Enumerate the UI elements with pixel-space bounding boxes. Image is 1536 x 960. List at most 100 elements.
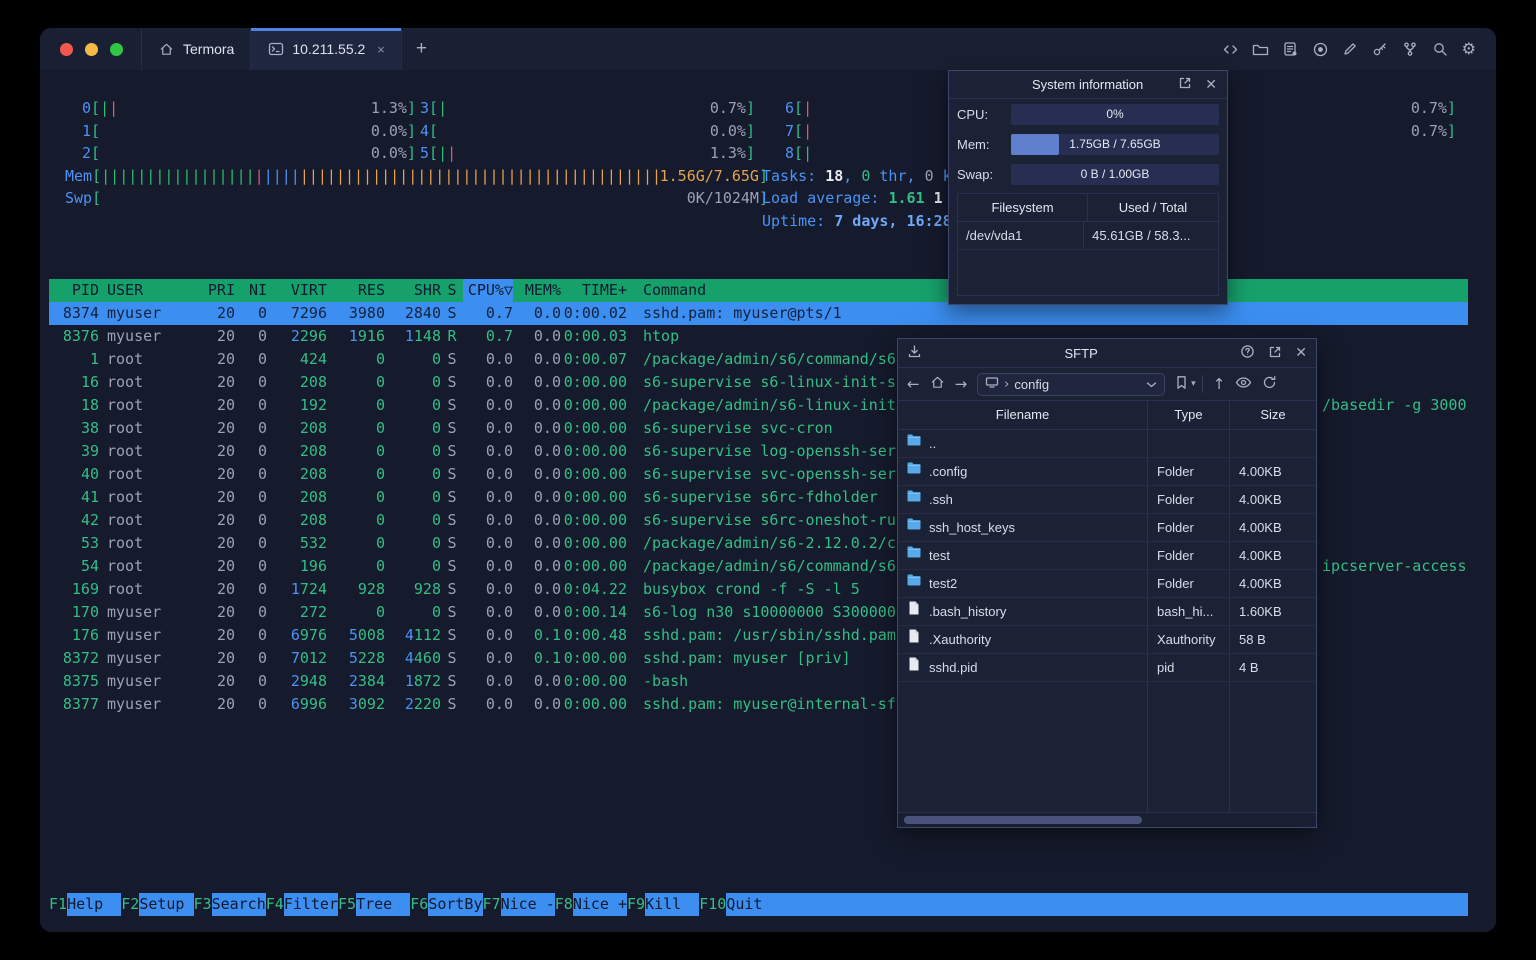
- fnkey-f9: F9: [627, 893, 646, 916]
- app-window: Termora 10.211.55.2 × + ⚙ 0 [|| 1.3%] …: [40, 28, 1496, 932]
- breadcrumb-path: config: [1014, 376, 1050, 392]
- file-row--Xauthority[interactable]: .Xauthority Xauthority 58 B: [898, 626, 1316, 654]
- home-icon[interactable]: [930, 375, 945, 393]
- file-row--ssh[interactable]: .ssh Folder 4.00KB: [898, 486, 1316, 514]
- new-tab-button[interactable]: +: [402, 28, 441, 70]
- column-virt[interactable]: VIRT: [267, 279, 327, 302]
- fnkey-f2-label[interactable]: Setup: [139, 893, 194, 916]
- close-tab-icon[interactable]: ×: [377, 42, 385, 57]
- fnkey-f10-label[interactable]: Quit: [726, 893, 781, 916]
- file-row--[interactable]: ..: [898, 430, 1316, 458]
- column-time[interactable]: TIME+: [561, 279, 627, 302]
- fnkey-f5: F5: [338, 893, 357, 916]
- load-average: Load average: 1.61 1: [762, 189, 943, 208]
- fs-col-used-total: Used / Total: [1118, 200, 1188, 215]
- column-cpu[interactable]: CPU%▽: [463, 279, 513, 302]
- column-mem[interactable]: MEM%: [513, 279, 561, 302]
- maximize-window-button[interactable]: [110, 42, 123, 56]
- column-ni[interactable]: NI: [235, 279, 267, 302]
- download-icon[interactable]: [907, 344, 922, 362]
- fnkey-f5-label[interactable]: Tree: [356, 893, 411, 916]
- back-icon[interactable]: ←: [907, 375, 920, 393]
- tasks-icon[interactable]: [1282, 41, 1299, 58]
- file-row--bash-history[interactable]: .bash_history bash_hi... 1.60KB: [898, 598, 1316, 626]
- fnkey-f1: F1: [49, 893, 68, 916]
- folder-icon: [906, 542, 922, 569]
- fnbar-fill: [780, 893, 1468, 916]
- close-icon[interactable]: ✕: [1295, 345, 1307, 361]
- folder-icon: [906, 514, 922, 541]
- open-in-window-icon[interactable]: [1268, 345, 1282, 362]
- mem-label: Mem:: [957, 137, 990, 152]
- settings-icon[interactable]: ⚙: [1462, 41, 1476, 57]
- fnkey-f9-label[interactable]: Kill: [645, 893, 700, 916]
- search-icon[interactable]: [1432, 41, 1449, 58]
- close-window-button[interactable]: [60, 42, 73, 56]
- bookmark-icon[interactable]: [1175, 375, 1188, 393]
- chevron-right-icon: ›: [1004, 376, 1010, 392]
- tab-session-10-211-55-2[interactable]: 10.211.55.2 ×: [251, 28, 402, 70]
- tab-label: Termora: [183, 41, 235, 57]
- column-size[interactable]: Size: [1229, 401, 1316, 429]
- column-user[interactable]: USER: [99, 279, 199, 302]
- home-icon: [158, 41, 175, 58]
- memory-meter: Mem[||||||||||||||||||||||||||||||||||||…: [65, 166, 768, 185]
- sftp-table-header: Filename Type Size: [898, 401, 1316, 430]
- fnkey-f3-label[interactable]: Search: [211, 893, 266, 916]
- filesystem-row[interactable]: /dev/vda1 45.61GB / 58.3...: [958, 222, 1218, 250]
- help-icon[interactable]: [1240, 344, 1255, 362]
- cpu-usage-bar: 0%: [1011, 104, 1219, 125]
- fnkey-f6-label[interactable]: SortBy: [428, 893, 483, 916]
- key-icon[interactable]: [1372, 41, 1389, 58]
- close-icon[interactable]: ✕: [1205, 77, 1217, 93]
- process-table-header[interactable]: PID USER PRI NI VIRT RES SHR S CPU%▽ MEM% TIME+ Com…: [49, 279, 1468, 302]
- column-pri[interactable]: PRI: [199, 279, 235, 302]
- sftp-toolbar: ← → › config ▾ ↑: [898, 368, 1316, 401]
- folder-icon: [906, 458, 922, 485]
- code-icon[interactable]: [1222, 41, 1239, 58]
- column-res[interactable]: RES: [327, 279, 385, 302]
- fnkey-f8-label[interactable]: Nice +: [572, 893, 627, 916]
- column-shr[interactable]: SHR: [385, 279, 441, 302]
- forward-icon[interactable]: →: [955, 375, 968, 393]
- go-up-icon[interactable]: ↑: [1213, 375, 1226, 393]
- file-row-test[interactable]: test Folder 4.00KB: [898, 542, 1316, 570]
- fnkey-f7-label[interactable]: Nice -: [500, 893, 555, 916]
- edit-icon[interactable]: [1342, 41, 1359, 58]
- refresh-icon[interactable]: [1262, 375, 1277, 393]
- tab-termora[interactable]: Termora: [141, 28, 252, 70]
- titlebar-toolbar: ⚙: [1222, 28, 1496, 70]
- fnkey-f8: F8: [554, 893, 573, 916]
- show-hidden-icon[interactable]: [1235, 376, 1252, 392]
- path-breadcrumb[interactable]: › config: [977, 372, 1166, 396]
- cpu-meter-5: 5[|| 1.3%]: [420, 144, 755, 163]
- fnkey-f4-label[interactable]: Filter: [283, 893, 338, 916]
- column-s[interactable]: S: [441, 279, 463, 302]
- terminal-icon: [267, 41, 284, 58]
- uptime: Uptime: 7 days, 16:28: [762, 212, 952, 230]
- file-icon: [906, 654, 922, 681]
- sftp-table-empty-area: [898, 682, 1316, 812]
- panel-title: System information: [1032, 77, 1144, 92]
- file-row-sshd-pid[interactable]: sshd.pid pid 4 B: [898, 654, 1316, 682]
- column-type[interactable]: Type: [1147, 401, 1229, 429]
- column-pid[interactable]: PID: [55, 279, 99, 302]
- chevron-down-icon[interactable]: [1146, 377, 1157, 392]
- column-filename[interactable]: Filename: [898, 401, 1147, 429]
- file-row-ssh-host-keys[interactable]: ssh_host_keys Folder 4.00KB: [898, 514, 1316, 542]
- file-row-test2[interactable]: test2 Folder 4.00KB: [898, 570, 1316, 598]
- scrollbar-thumb[interactable]: [904, 816, 1143, 824]
- folder-icon[interactable]: [1252, 41, 1269, 58]
- file-icon: [906, 598, 922, 625]
- open-in-window-icon[interactable]: [1178, 76, 1192, 93]
- branch-icon[interactable]: [1402, 41, 1419, 58]
- cpu-meter-0: 0[|| 1.3%]: [82, 99, 416, 117]
- file-row--config[interactable]: .config Folder 4.00KB: [898, 458, 1316, 486]
- mem-usage-value: 1.75GB / 7.65GB: [1069, 137, 1161, 151]
- folder-icon: [906, 486, 922, 513]
- fnkey-f1-label[interactable]: Help: [67, 893, 122, 916]
- minimize-window-button[interactable]: [85, 42, 98, 56]
- record-icon[interactable]: [1312, 41, 1329, 58]
- process-row-8374[interactable]: 8374 myuser 20 0 7296 3980 2840 S 0.7 0.0 0:00.02 s…: [49, 302, 1468, 325]
- bookmark-dropdown-icon[interactable]: ▾: [1191, 379, 1196, 389]
